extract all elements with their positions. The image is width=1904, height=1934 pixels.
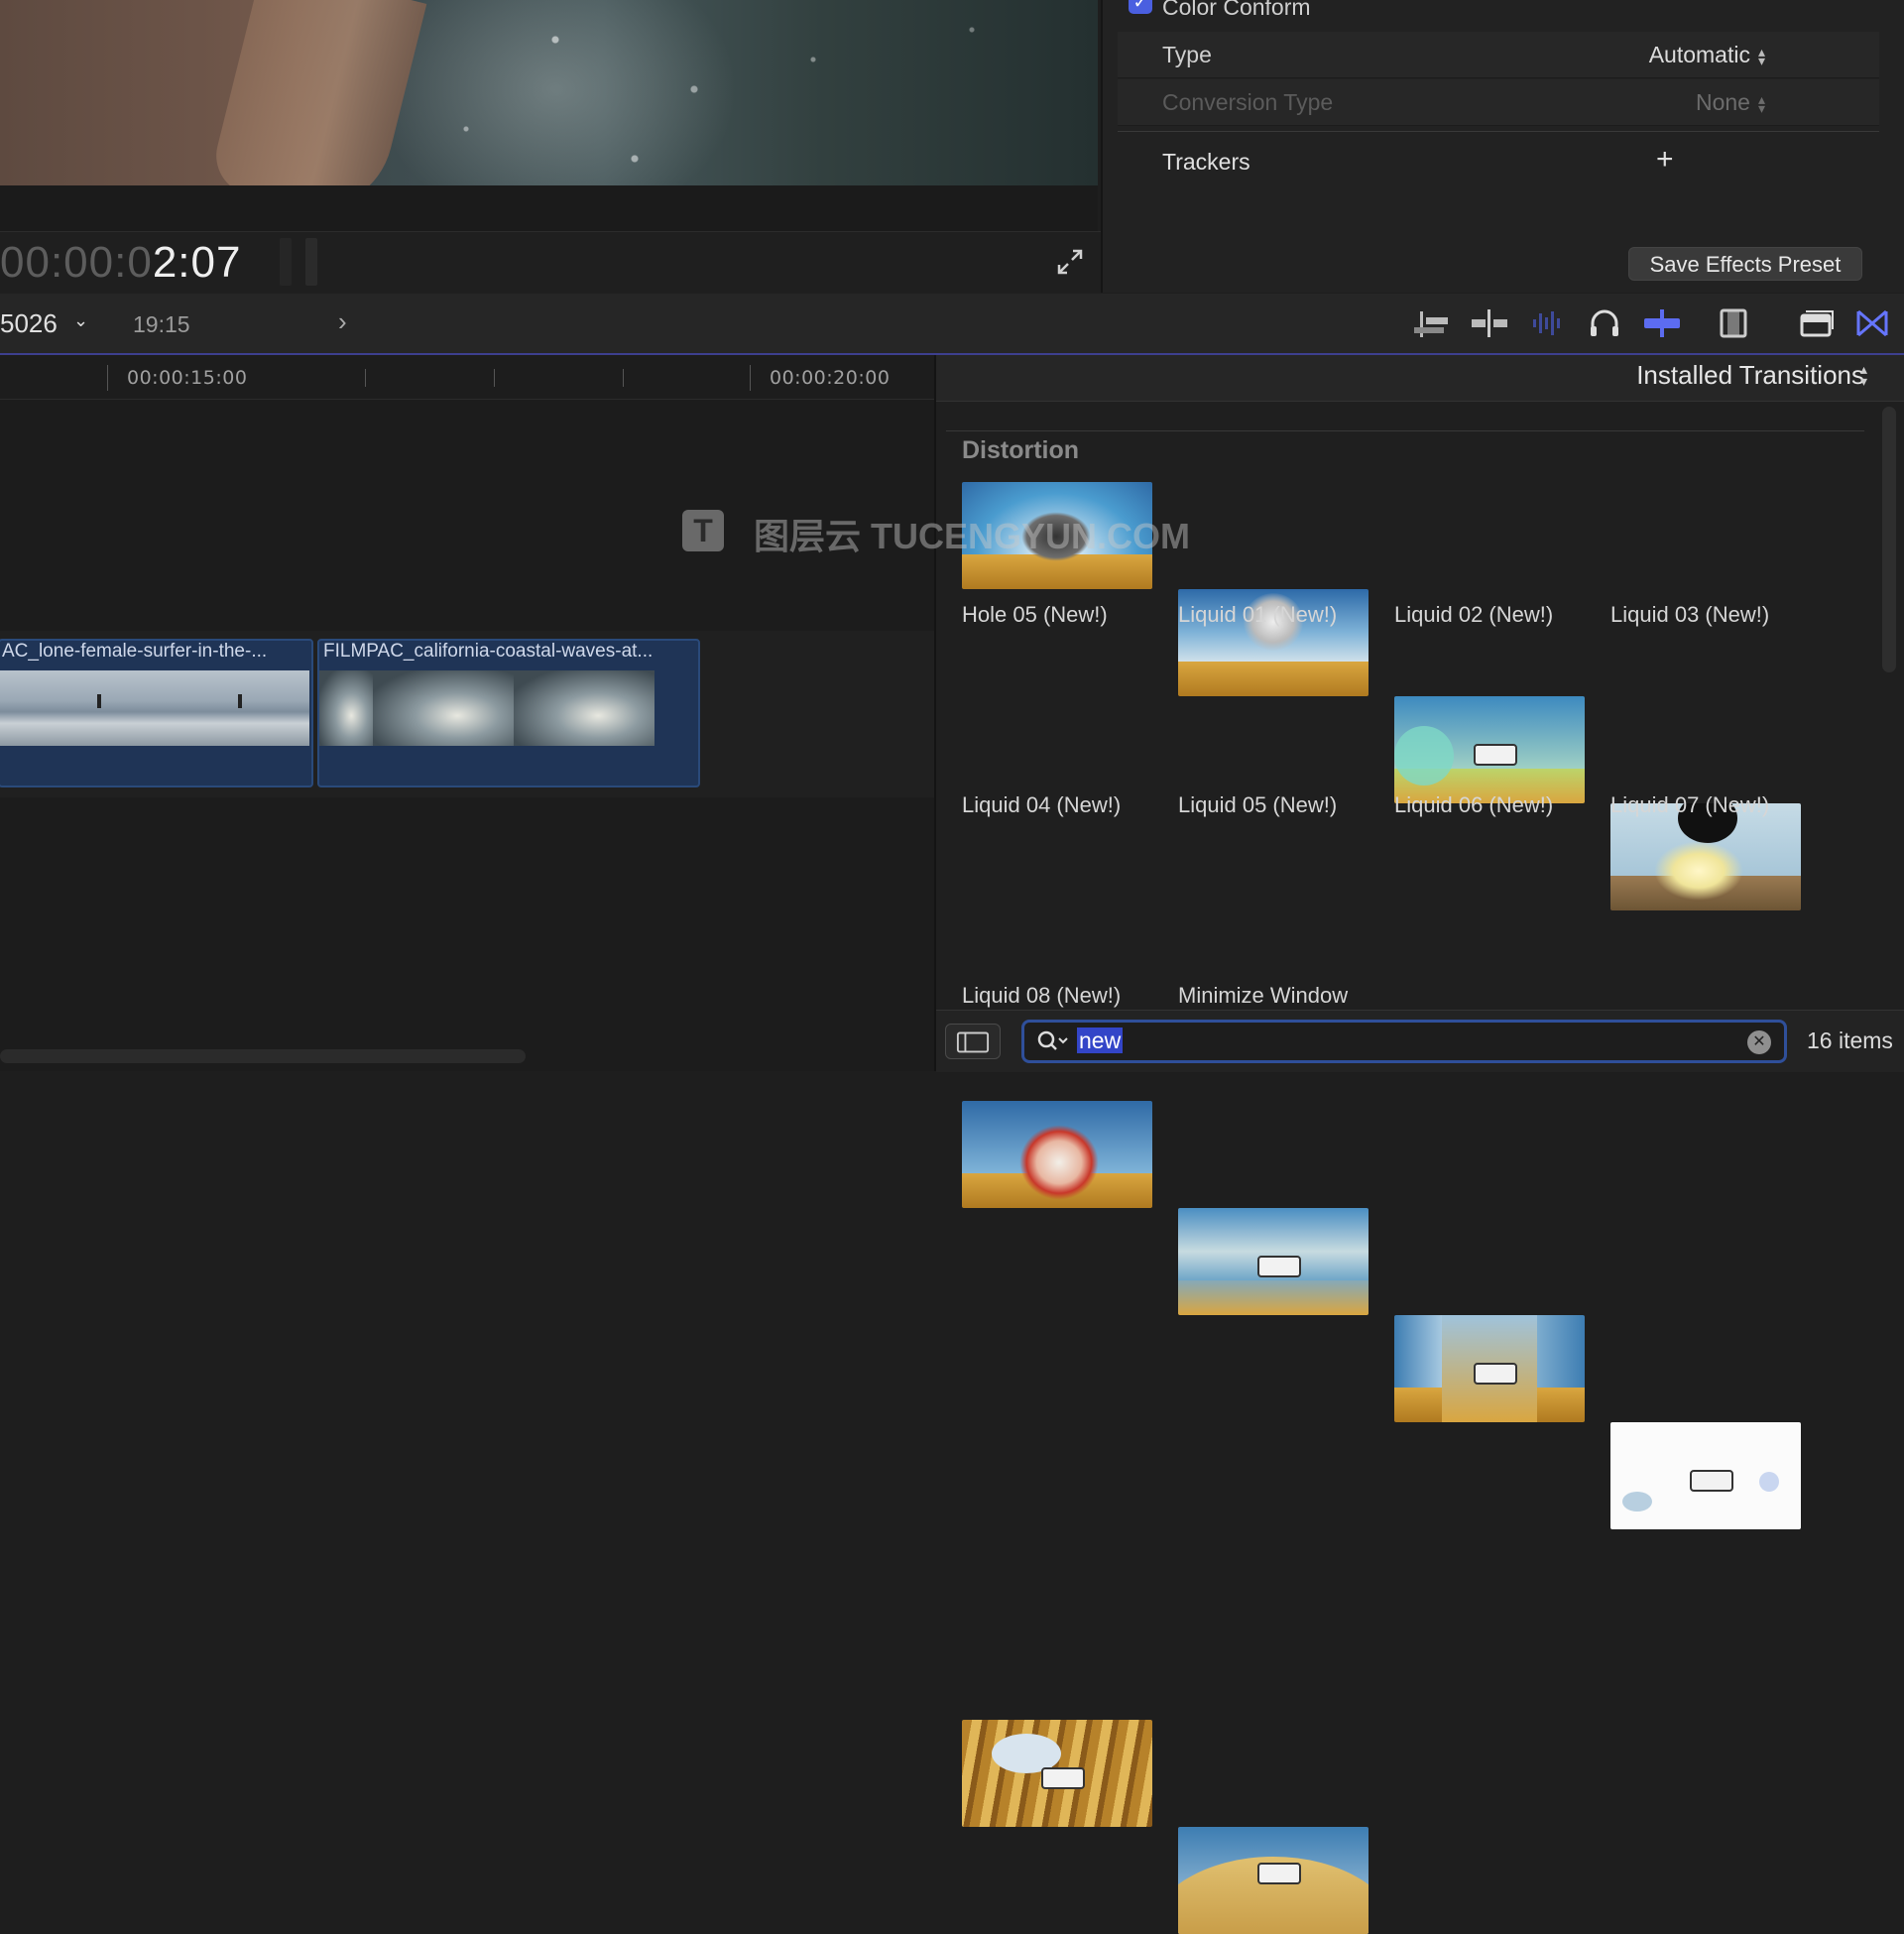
transition-label: Hole 05 (New!) bbox=[962, 602, 1108, 627]
collection-popup[interactable]: Installed Transitions bbox=[1547, 360, 1864, 391]
project-name-menu[interactable]: 5026 bbox=[0, 308, 58, 339]
project-duration: 19:15 bbox=[133, 311, 190, 337]
clip-thumbnail bbox=[514, 670, 654, 746]
transition-thumbnail[interactable] bbox=[1610, 803, 1801, 910]
trackers-label: Trackers bbox=[1162, 149, 1250, 175]
transition-label: Liquid 03 (New!) bbox=[1610, 602, 1770, 627]
timeline-clip[interactable]: AC_lone-female-surfer-in-the-... bbox=[0, 639, 313, 787]
search-icon[interactable] bbox=[1035, 1028, 1069, 1054]
viewer-image-subject bbox=[207, 0, 427, 185]
snapping-icon[interactable] bbox=[1642, 305, 1682, 341]
ruler-label: 00:00:15:00 bbox=[127, 367, 248, 389]
timeline-horizontal-scrollbar[interactable] bbox=[0, 1049, 526, 1063]
watermark-text: 图层云 TUCENGYUN.COM bbox=[754, 516, 1190, 556]
transition-label: Liquid 04 (New!) bbox=[962, 792, 1122, 817]
clip-thumbnail bbox=[319, 670, 373, 746]
updown-chevron-icon[interactable]: ▴ ▾ bbox=[1860, 362, 1867, 388]
type-popup[interactable]: Automatic ▴ ▾ bbox=[1468, 42, 1765, 68]
updown-chevron-icon: ▴ ▾ bbox=[1757, 43, 1765, 68]
play-pause-control[interactable] bbox=[280, 238, 292, 286]
transition-thumbnail[interactable] bbox=[1178, 1827, 1368, 1934]
browser-vertical-scrollbar[interactable] bbox=[1882, 407, 1896, 672]
play-pause-control-bar[interactable] bbox=[305, 238, 317, 286]
insert-clip-icon[interactable] bbox=[1470, 305, 1509, 341]
conversion-type-value: None bbox=[1695, 89, 1750, 115]
transition-label: Liquid 02 (New!) bbox=[1394, 602, 1554, 627]
viewer-frame[interactable] bbox=[0, 0, 1098, 185]
transition-label: Liquid 08 (New!) bbox=[962, 983, 1122, 1008]
append-clip-icon[interactable] bbox=[1412, 305, 1452, 341]
chevron-down-icon[interactable]: ⌄ bbox=[73, 310, 88, 331]
clip-thumbnail bbox=[373, 670, 514, 746]
transition-thumbnail[interactable] bbox=[1178, 1208, 1368, 1315]
search-query[interactable]: new bbox=[1077, 1027, 1124, 1053]
chevron-right-icon[interactable]: › bbox=[338, 306, 347, 337]
clip-thumbnail bbox=[169, 670, 309, 746]
clip-filmstrip bbox=[0, 670, 309, 746]
transition-label: Liquid 07 (New!) bbox=[1610, 792, 1770, 817]
timeline-clip[interactable]: FILMPAC_california-coastal-waves-at... bbox=[317, 639, 700, 787]
transition-thumbnail[interactable] bbox=[1610, 1422, 1801, 1529]
watermark-logo: T bbox=[682, 510, 724, 551]
ruler-tick bbox=[365, 369, 366, 387]
item-count: 16 items bbox=[1807, 1027, 1893, 1053]
category-title: Distortion bbox=[962, 436, 1080, 464]
type-label: Type bbox=[1162, 42, 1212, 67]
clip-title: FILMPAC_california-coastal-waves-at... bbox=[323, 641, 654, 662]
timecode-dim-part: 00:00:0 bbox=[0, 238, 153, 287]
browser-toggle-icon[interactable] bbox=[1797, 305, 1837, 341]
audio-waveform-icon[interactable] bbox=[1527, 305, 1567, 341]
ruler-label: 00:00:20:00 bbox=[770, 367, 891, 389]
fullscreen-icon[interactable] bbox=[1056, 248, 1084, 276]
inspector-divider bbox=[1118, 131, 1879, 132]
conversion-type-popup[interactable]: None ▴ ▾ bbox=[1468, 89, 1765, 116]
search-input[interactable] bbox=[1021, 1020, 1787, 1063]
transitions-browser-icon[interactable] bbox=[1852, 305, 1892, 341]
clear-search-icon[interactable]: ✕ bbox=[1747, 1030, 1771, 1054]
ruler-tick bbox=[494, 369, 495, 387]
color-conform-checkbox[interactable]: ✓ bbox=[1129, 0, 1152, 14]
clip-thumbnail bbox=[0, 670, 73, 746]
transition-thumbnail[interactable] bbox=[1394, 1315, 1585, 1422]
viewer-timecode[interactable]: 00:00:02:07 bbox=[0, 238, 241, 288]
add-tracker-button[interactable]: + bbox=[1656, 143, 1674, 177]
updown-chevron-icon: ▴ ▾ bbox=[1757, 90, 1765, 116]
ruler-tick bbox=[623, 369, 624, 387]
clip-title: AC_lone-female-surfer-in-the-... bbox=[2, 641, 268, 662]
transition-thumbnail[interactable] bbox=[962, 1720, 1152, 1827]
clip-appearance-icon[interactable] bbox=[1714, 305, 1753, 341]
clip-filmstrip bbox=[319, 670, 654, 746]
color-conform-label: Color Conform bbox=[1162, 0, 1311, 20]
headphones-icon[interactable] bbox=[1585, 305, 1624, 341]
type-value: Automatic bbox=[1648, 42, 1750, 67]
transition-label: Minimize Window bbox=[1178, 983, 1349, 1008]
transition-label: Liquid 05 (New!) bbox=[1178, 792, 1338, 817]
transition-thumbnail[interactable] bbox=[962, 1101, 1152, 1208]
viewer-letterbox bbox=[0, 185, 1098, 231]
transition-label: Liquid 06 (New!) bbox=[1394, 792, 1554, 817]
ruler-tick bbox=[750, 365, 751, 391]
save-effects-preset-button[interactable]: Save Effects Preset bbox=[1628, 247, 1862, 281]
transition-thumbnail[interactable] bbox=[1394, 696, 1585, 803]
timecode-bright-part: 2:07 bbox=[152, 238, 242, 287]
conversion-type-label: Conversion Type bbox=[1162, 89, 1334, 115]
transition-label: Liquid 01 (New!) bbox=[1178, 602, 1338, 627]
ruler-tick bbox=[107, 365, 108, 391]
sidebar-toggle-icon[interactable] bbox=[945, 1024, 1001, 1059]
clip-thumbnail bbox=[28, 670, 169, 746]
category-divider bbox=[946, 430, 1864, 431]
